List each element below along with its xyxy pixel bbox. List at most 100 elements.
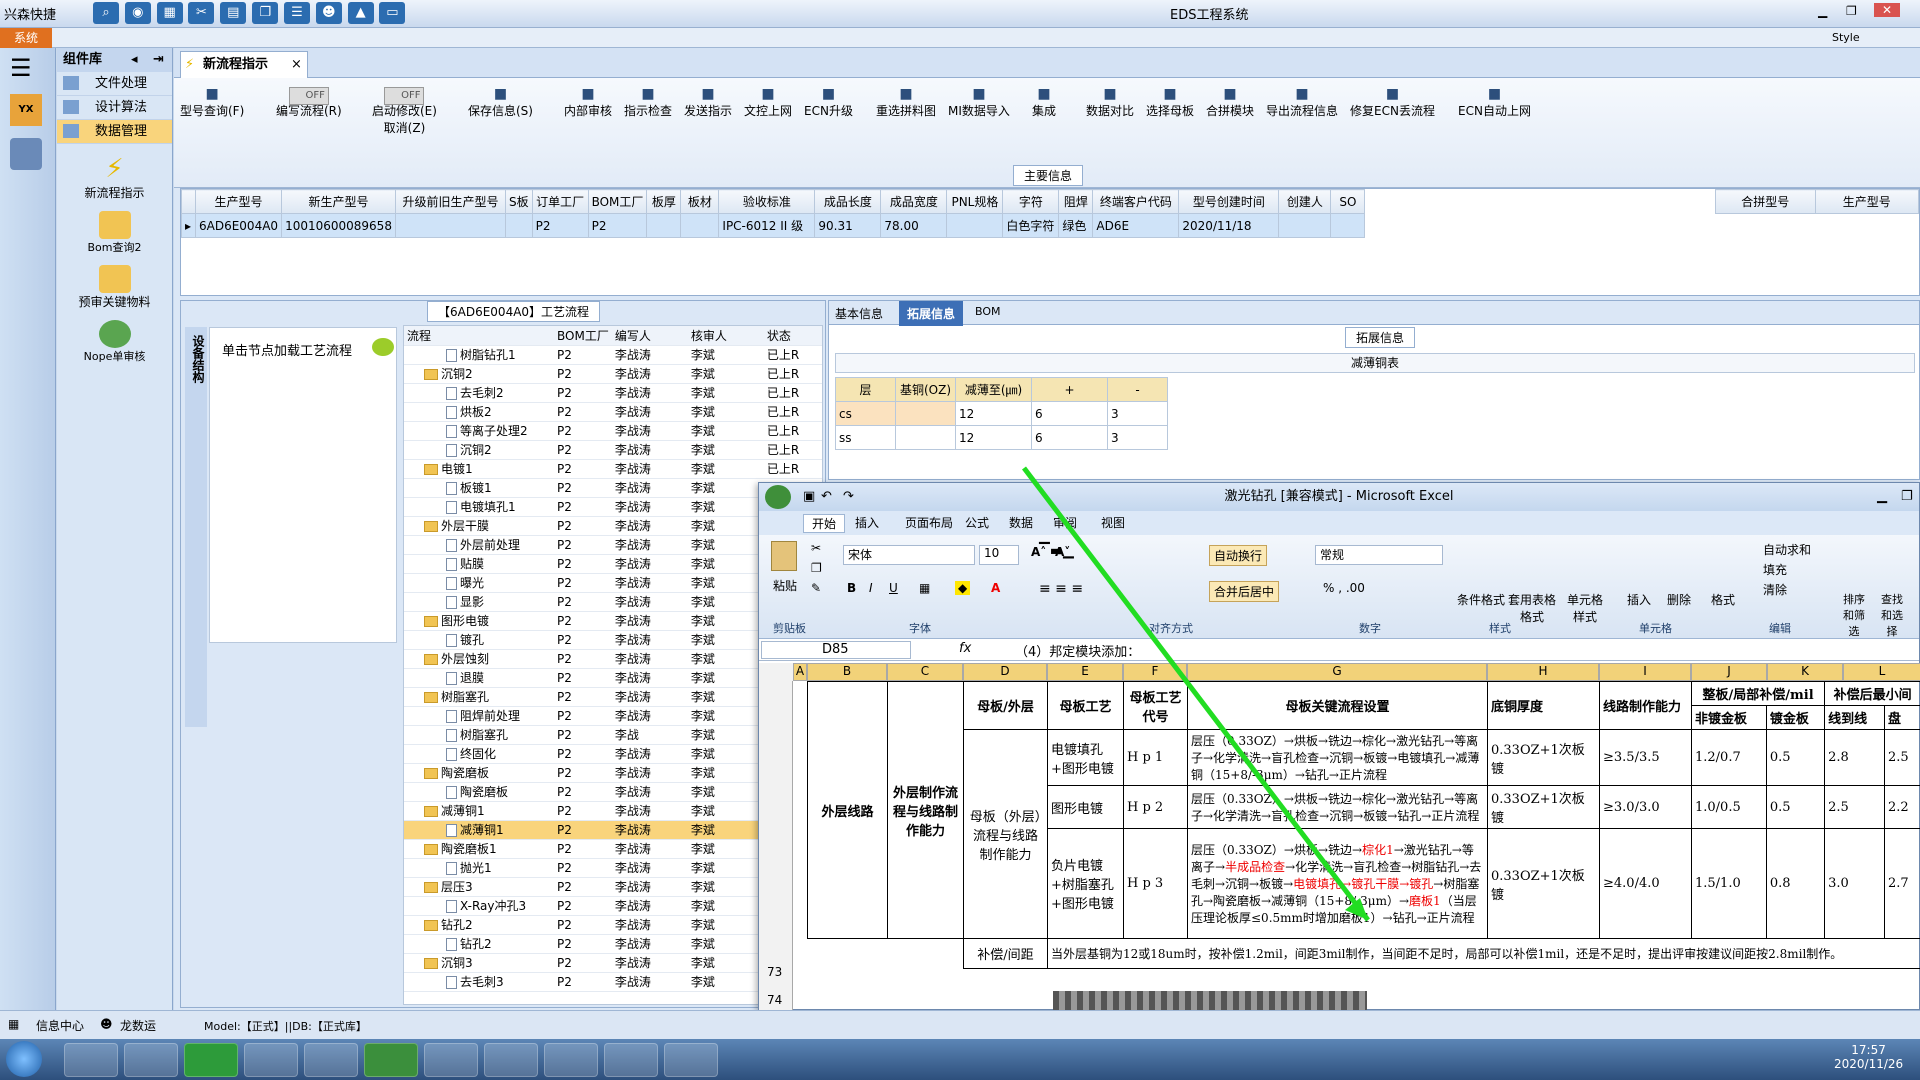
toolbar-button-5[interactable]: ■ 指示检查 — [624, 86, 672, 119]
task-eds[interactable] — [184, 1043, 238, 1077]
col-header[interactable]: 新生产型号 — [281, 189, 396, 214]
col-hdr[interactable]: E — [1047, 663, 1123, 681]
toolbar-button-9[interactable]: ■ 重选拼料图 — [876, 86, 936, 119]
toolbar-button-13[interactable]: ■ 选择母板 — [1146, 86, 1194, 119]
tree-row[interactable]: 烘板2 P2 李战涛 李斌 已上R — [404, 402, 822, 422]
tree-row[interactable]: 电镀1 P2 李战涛 李斌 已上R — [404, 459, 822, 479]
comp-label[interactable]: 补偿/间距 — [963, 938, 1048, 969]
close-tab-icon[interactable]: × — [291, 52, 302, 78]
col-header[interactable]: PNL规格 — [946, 189, 1004, 214]
sub-pad[interactable]: 盘 — [1883, 705, 1920, 730]
col-header[interactable]: 验收标准 — [718, 189, 816, 214]
paste-icon[interactable] — [771, 541, 797, 571]
toolbar-button-4[interactable]: ■ 内部审核 — [564, 86, 612, 119]
cell[interactable]: 78.00 — [880, 213, 948, 238]
clock[interactable]: 17:57 2020/11/26 — [1834, 1043, 1903, 1071]
cell[interactable] — [1330, 213, 1366, 238]
r2-k[interactable]: ≥3.0/3.0 — [1599, 785, 1692, 829]
align-left-icon[interactable]: ≡ ≡ ≡ — [1039, 581, 1083, 597]
excel-minimize-icon[interactable]: ▁ — [1877, 483, 1887, 511]
col-hdr[interactable]: F — [1123, 663, 1187, 681]
font-color-icon[interactable]: A — [991, 581, 1000, 595]
detail-row[interactable]: ss 12 6 3 — [835, 425, 1168, 450]
r3-j[interactable]: 0.33OZ+1次板镀 — [1487, 828, 1600, 939]
hdr-f[interactable]: 母板工艺代号 — [1123, 681, 1188, 730]
toolbar-button-7[interactable]: ■ 文控上网 — [744, 86, 792, 119]
r1-j[interactable]: 0.33OZ+1次板镀 — [1487, 729, 1600, 786]
nav-item-algo[interactable]: 设计算法 — [57, 96, 172, 120]
fx-icon[interactable]: fx — [959, 641, 971, 656]
find-select-button[interactable]: 查找和选择 — [1877, 591, 1907, 639]
task-app-7[interactable] — [424, 1043, 478, 1077]
tools-icon[interactable] — [10, 138, 42, 170]
task-app-1[interactable] — [64, 1043, 118, 1077]
film-icon[interactable]: ▤ — [220, 2, 247, 24]
toolbar-button-12[interactable]: ■ 数据对比 — [1086, 86, 1134, 119]
tree-row[interactable]: 沉铜2 P2 李战涛 李斌 已上R — [404, 364, 822, 384]
cell[interactable]: P2 — [531, 213, 589, 238]
row-73[interactable]: 73 — [767, 965, 782, 979]
side-tab[interactable]: 设备结构 — [185, 327, 207, 727]
hdr-m[interactable]: 补偿后最小间 — [1824, 681, 1920, 706]
underline-icon[interactable]: U — [889, 581, 898, 595]
tab-new-process[interactable]: ⚡ 新流程指示 × — [180, 51, 308, 78]
col-hdr[interactable]: I — [1599, 663, 1691, 681]
r1-f[interactable]: H p 1 — [1123, 729, 1188, 786]
tree-row[interactable]: 去毛刺2 P2 李战涛 李斌 已上R — [404, 383, 822, 403]
delete-cells-button[interactable]: 删除 — [1667, 591, 1691, 608]
r1-m2[interactable]: 2.5 — [1883, 729, 1920, 786]
clear-button[interactable]: 清除 — [1763, 581, 1787, 598]
info-center-icon[interactable]: ▦ — [8, 1017, 19, 1031]
tree-row[interactable]: 沉铜2 P2 李战涛 李斌 已上R — [404, 440, 822, 460]
menu-icon[interactable]: ☰ — [10, 54, 45, 82]
toolbar-button-10[interactable]: ■ MI数据导入 — [948, 86, 1010, 119]
r2-f[interactable]: H p 2 — [1123, 785, 1188, 829]
border-icon[interactable]: ▦ — [919, 581, 930, 595]
col-hdr[interactable]: J — [1691, 663, 1767, 681]
hdr-d[interactable]: 母板/外层 — [963, 681, 1048, 730]
col-header[interactable]: 成品宽度 — [880, 189, 948, 214]
cell[interactable] — [646, 213, 682, 238]
collapse-icon[interactable]: ◂ — [131, 48, 138, 72]
size-select[interactable]: 10 — [979, 545, 1019, 565]
cell[interactable]: 10010600089658 — [281, 213, 396, 238]
col-header[interactable]: S板 — [504, 189, 533, 214]
col-hdr[interactable]: G — [1187, 663, 1487, 681]
col-header[interactable]: 终端客户代码 — [1092, 189, 1180, 214]
col-header[interactable]: BOM工厂 — [587, 189, 648, 214]
save-icon[interactable]: ▣ — [803, 483, 815, 511]
task-word[interactable] — [544, 1043, 598, 1077]
r1-m1[interactable]: 2.8 — [1824, 729, 1885, 786]
r1-l1[interactable]: 1.2/0.7 — [1691, 729, 1767, 786]
r3-k[interactable]: ≥4.0/4.0 — [1599, 828, 1692, 939]
hdr-e[interactable]: 母板工艺 — [1047, 681, 1124, 730]
grid-icon[interactable]: ▦ — [156, 2, 183, 24]
col-header[interactable]: 升级前旧生产型号 — [394, 189, 506, 214]
sub-line[interactable]: 线到线 — [1824, 705, 1885, 730]
bom-query-button[interactable]: Bom查询2 — [57, 211, 172, 255]
yx-logo-icon[interactable]: YX — [10, 94, 42, 126]
r1-l2[interactable]: 0.5 — [1765, 729, 1826, 786]
ribbon-tab[interactable]: 插入 — [855, 514, 879, 531]
excel-max-icon[interactable]: ❐ — [1901, 483, 1913, 511]
toolbar-button-15[interactable]: ■ 导出流程信息 — [1266, 86, 1338, 119]
r1-k[interactable]: ≥3.5/3.5 — [1599, 729, 1692, 786]
italic-icon[interactable]: I — [869, 581, 873, 595]
col-header[interactable]: 生产型号 — [194, 189, 283, 214]
cell[interactable] — [394, 213, 506, 238]
task-notepad[interactable] — [124, 1043, 178, 1077]
toolbar-button-3[interactable]: ■ 保存信息(S) — [468, 86, 533, 119]
r3-l1[interactable]: 1.5/1.0 — [1691, 828, 1767, 939]
chart-icon[interactable]: ▲ — [347, 2, 374, 24]
r3-g[interactable]: 层压（0.33OZ）→烘板→铣边→棕化1→激光钻孔→等离子→半成品检查→化学清洗… — [1187, 828, 1488, 939]
toolbar-button-1[interactable]: OFF 编写流程(R) — [276, 86, 342, 119]
tab-bom[interactable]: BOM — [975, 305, 1001, 318]
bold-icon[interactable]: B — [847, 581, 856, 595]
cell[interactable] — [946, 213, 1004, 238]
detail-row[interactable]: cs 12 6 3 — [835, 401, 1168, 426]
col-hdr[interactable]: A — [793, 663, 807, 681]
format-painter-icon[interactable]: ✎ — [811, 581, 821, 595]
cell[interactable]: 6AD6E004A0 — [194, 213, 283, 238]
minimize-icon[interactable]: ▁ — [1818, 4, 1827, 18]
col-header[interactable]: 成品长度 — [814, 189, 882, 214]
